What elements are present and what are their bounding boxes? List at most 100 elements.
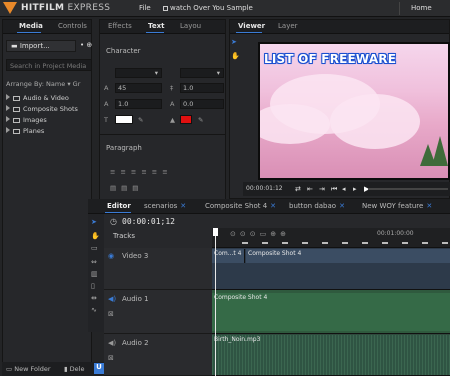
editor-tabs: Editor scenarios ✕ Composite Shot 4 ✕ butt… [88,199,450,214]
tab-controls[interactable]: Controls [58,22,87,30]
font-size-field[interactable]: 45 [115,83,162,93]
close-icon[interactable]: ✕ [180,202,186,210]
align-buttons[interactable]: ≡≡≡≡≡≡ [110,168,173,176]
skip-start-icon[interactable]: ⏮ [331,185,337,194]
import-icon: ▬ [11,42,20,50]
ruler-label: 00:01:00:00 [377,230,414,237]
speaker-icon[interactable]: ◀) [108,295,116,303]
tab-scenarios[interactable]: scenarios ✕ [144,202,186,210]
tab-text[interactable]: Text [148,22,164,30]
tab-editor[interactable]: Editor [107,202,131,210]
import-button[interactable]: ▬ Import... [6,40,76,52]
hand-tool-icon[interactable]: ✋ [91,232,100,240]
kerning-field[interactable]: 1.0 [115,99,162,109]
playhead[interactable] [215,228,216,376]
u-button[interactable]: U [94,363,104,374]
slip-tool-icon[interactable]: ▥ [91,270,98,278]
new-folder-button[interactable]: ▭ New Folder [6,365,51,373]
tab-media[interactable]: Media [19,22,43,30]
tab-composite-shot-4[interactable]: Composite Shot 4 ✕ [205,202,276,210]
folder-planes[interactable]: Planes [6,127,44,135]
eyedropper-icon[interactable]: ✎ [138,116,143,124]
tab-button-dabao[interactable]: button dabao ✕ [289,202,345,210]
new-item-button[interactable]: • ⊕ [80,41,92,49]
slide-tool-icon[interactable]: ▯ [91,282,95,290]
viewer-controls: 00:00:01:12 ⇄ ⇤ ⇥ ⏮ ◂ ▸ ▶ [243,182,450,196]
editor-timecode[interactable]: 00:00:01;12 [122,217,175,226]
in-point-icon[interactable]: ⇤ [307,185,313,193]
delete-button[interactable]: ▮ Dele [64,365,84,373]
track-name: Audio 1 [122,295,149,303]
character-section-title: Character [106,47,141,55]
chevron-down-icon: ▾ [216,69,220,77]
clip[interactable]: Composite Shot 4 [246,249,450,263]
clip[interactable]: Birth_Noin.mp3 [212,335,450,375]
loop-icon[interactable]: ⇄ [295,185,301,193]
font-family-select[interactable]: ▾ [115,68,162,78]
clip[interactable]: Composite Shot 4 [212,293,450,331]
font-style-select[interactable]: ▾ [180,68,224,78]
expand-icon [6,94,10,100]
clock-icon: ◷ [110,217,117,226]
close-icon[interactable]: ✕ [339,202,345,210]
track-header-audio-1[interactable]: ◀) Audio 1 ⊠ [104,290,212,334]
timeline-ruler[interactable]: ⊙⊙⊙▭⊕⊕ 00:01:00:00 [212,228,450,248]
leading-field[interactable]: 1.0 [180,83,224,93]
track-header-audio-2[interactable]: ◀) Audio 2 ⊠ [104,334,212,376]
track-header-video-3[interactable]: ◉ Video 3 [104,248,212,290]
ripple-tool-icon[interactable]: ⇔ [91,258,97,266]
timecode-row: ◷ 00:00:01;12 [106,216,450,228]
ruler-tick [302,242,308,244]
select-tool-icon[interactable]: ➤ [91,218,97,226]
step-back-icon[interactable]: ◂ [342,185,346,193]
playhead-handle[interactable] [213,228,218,236]
snap-tool-icon[interactable]: ∿ [91,306,97,314]
out-point-icon[interactable]: ⇥ [319,185,325,193]
hand-tool-icon[interactable]: ✋ [231,52,240,60]
tab-effects[interactable]: Effects [108,22,132,30]
track-lane-video-3[interactable]: Com...t 4 Composite Shot 4 [212,248,450,290]
justify-buttons[interactable]: ▤▤▤ [110,184,143,192]
ruler-tick [262,242,268,244]
baseline-icon: A [170,100,175,108]
speaker-icon[interactable]: ◀) [108,339,116,347]
folder-composite-shots[interactable]: Composite Shots [6,105,78,113]
clip[interactable]: Com...t 4 [212,249,245,263]
eyedropper-icon[interactable]: ✎ [198,116,203,124]
video-preview[interactable]: LIST OF FREEWARE [258,42,450,180]
active-tab-indicator [236,32,262,33]
viewer-tabs: Viewer Layer [230,20,449,34]
stroke-color-swatch[interactable] [180,115,192,124]
viewer-scrubber[interactable] [368,188,448,190]
tab-viewer[interactable]: Viewer [238,22,265,30]
tab-new-woy-feature[interactable]: New WOY feature ✕ [362,202,432,210]
tab-layer[interactable]: Layer [278,22,298,30]
media-search-input[interactable]: Search in Project Media [6,59,92,71]
active-tab-indicator [105,212,131,213]
arrange-dropdown[interactable]: Arrange By: Name ▾ Gr [6,80,80,88]
close-icon[interactable]: ✕ [270,202,276,210]
track-lane-audio-2[interactable]: Birth_Noin.mp3 [212,334,450,376]
step-forward-icon[interactable]: ▸ [353,185,357,193]
razor-tool-icon[interactable]: ▭ [91,244,98,252]
viewer-timecode: 00:00:01:12 [246,185,283,192]
project-menu[interactable]: watch Over You Sample [163,4,253,12]
tracking-icon: A [104,100,109,108]
rate-tool-icon[interactable]: ⇹ [91,294,97,302]
tree-shape [432,136,448,166]
home-button[interactable]: Home [411,4,432,12]
track-lane-audio-1[interactable]: Composite Shot 4 [212,290,450,334]
baseline-field[interactable]: 0.0 [180,99,224,109]
folder-audio-video[interactable]: Audio & Video [6,94,69,102]
file-menu[interactable]: File [139,4,151,12]
link-icon[interactable]: ⊠ [108,310,114,318]
folder-images[interactable]: Images [6,116,47,124]
tab-layout[interactable]: Layou [180,22,201,30]
link-icon[interactable]: ⊠ [108,354,114,362]
timeline-controls[interactable]: ⊙⊙⊙▭⊕⊕ [230,230,290,238]
divider [399,2,400,15]
fill-color-swatch[interactable] [115,115,133,124]
visibility-eye-icon[interactable]: ◉ [108,252,114,260]
close-icon[interactable]: ✕ [426,202,432,210]
select-tool-icon[interactable]: ➤ [231,38,237,46]
